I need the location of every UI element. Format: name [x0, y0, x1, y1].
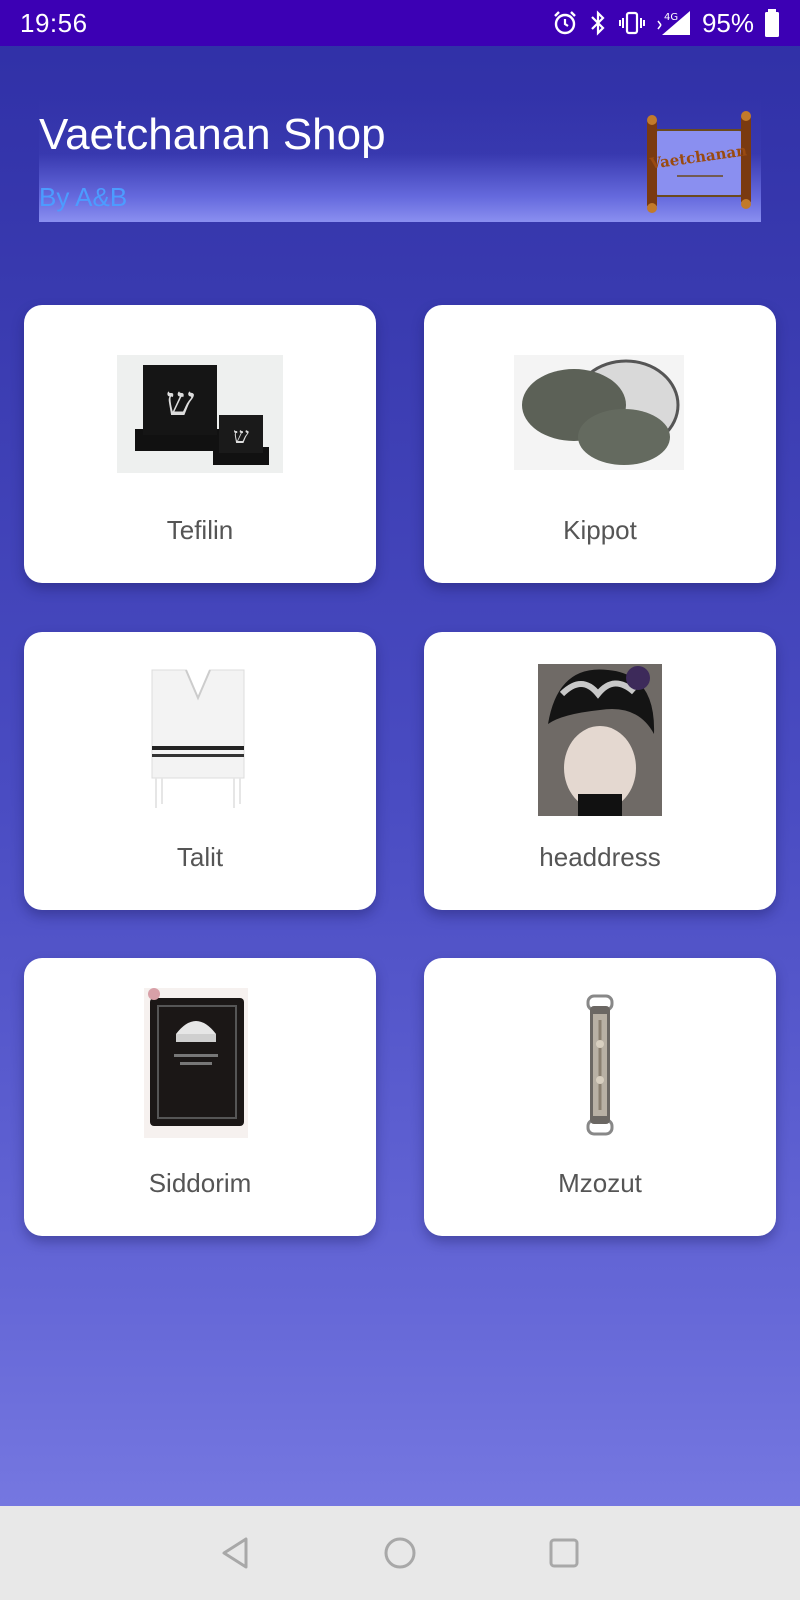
- system-nav-bar: [0, 1506, 800, 1600]
- status-time: 19:56: [20, 7, 88, 38]
- status-icons: 4G 95%: [552, 8, 780, 39]
- headdress-image: [538, 664, 662, 816]
- shop-logo: Vaetchanan: [647, 111, 751, 213]
- battery-percent: 95%: [701, 7, 754, 38]
- category-label: Mzozut: [558, 1168, 642, 1198]
- category-card-talit[interactable]: Talit: [24, 632, 376, 910]
- category-label: Talit: [176, 842, 224, 872]
- kippot-image: [514, 355, 684, 470]
- category-label: Siddorim: [148, 1168, 252, 1198]
- mzozut-image: [586, 994, 614, 1136]
- home-icon[interactable]: [380, 1533, 420, 1573]
- bluetooth-icon: [591, 10, 605, 36]
- category-card-kippot[interactable]: Kippot: [424, 305, 776, 583]
- svg-text:ש: ש: [166, 379, 195, 425]
- siddorim-image: [144, 988, 248, 1138]
- category-card-tefilin[interactable]: ש ש Tefilin: [24, 305, 376, 583]
- category-label: Kippot: [563, 515, 637, 545]
- recents-icon[interactable]: [544, 1533, 584, 1573]
- tefilin-image: ש ש: [117, 355, 283, 473]
- talit-image: [151, 669, 245, 808]
- battery-icon: [765, 9, 779, 37]
- app-subtitle: By A&B: [39, 182, 128, 212]
- vibrate-icon: [618, 11, 645, 35]
- status-bar: 19:56 4G 95%: [0, 0, 800, 46]
- app-header: Vaetchanan Shop By A&B Vaetchanan: [39, 98, 761, 222]
- svg-text:ש: ש: [233, 424, 249, 449]
- category-label: headdress: [539, 842, 661, 872]
- alarm-icon: [554, 11, 576, 35]
- svg-text:4G: 4G: [664, 12, 678, 23]
- category-card-headdress[interactable]: headdress: [424, 632, 776, 910]
- category-card-mzozut[interactable]: Mzozut: [424, 958, 776, 1236]
- category-card-siddorim[interactable]: Siddorim: [24, 958, 376, 1236]
- category-label: Tefilin: [166, 515, 234, 545]
- signal-icon: 4G: [657, 11, 690, 35]
- back-icon[interactable]: [216, 1533, 256, 1573]
- app-title: Vaetchanan Shop: [39, 110, 386, 159]
